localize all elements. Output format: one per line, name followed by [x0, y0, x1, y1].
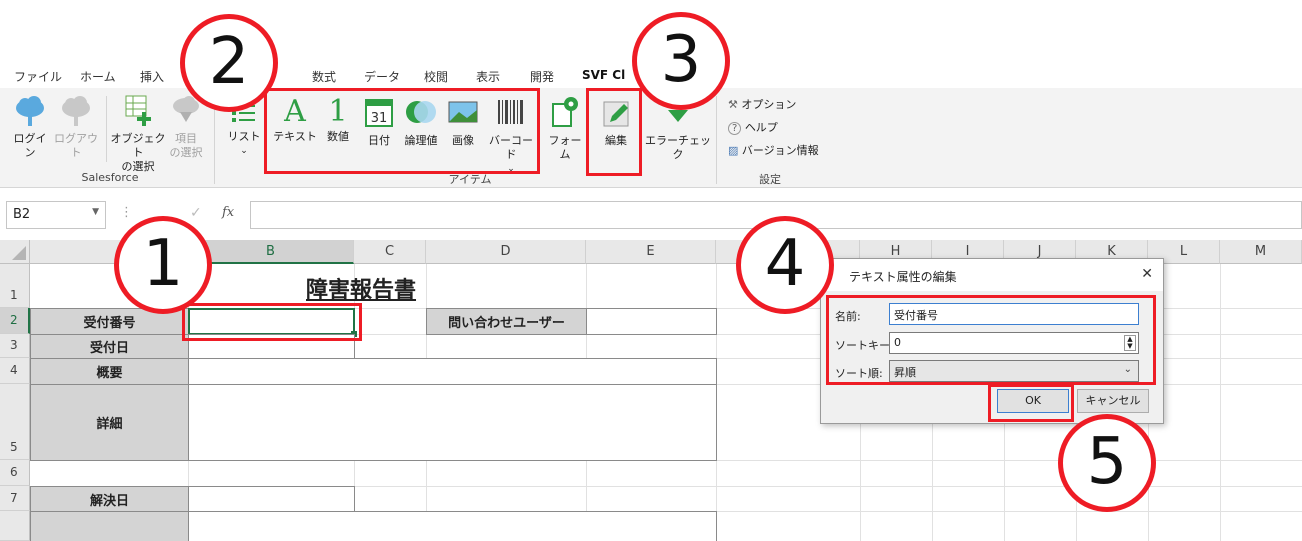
- label-inquiry-user: 問い合わせユーザー: [426, 308, 587, 335]
- column-header-b[interactable]: B: [188, 240, 354, 264]
- logout-label: ログアウト: [54, 132, 98, 159]
- cell-row-8[interactable]: [188, 511, 717, 541]
- login-label: ログイン: [13, 132, 47, 159]
- wrench-icon: ⚒: [728, 98, 738, 111]
- divider: [106, 96, 107, 162]
- cancel-button[interactable]: キャンセル: [1077, 389, 1149, 413]
- help-label: ヘルプ: [744, 121, 778, 134]
- help-button[interactable]: ? ヘルプ: [728, 121, 778, 136]
- highlight-items-group: [264, 88, 540, 174]
- item-select-button[interactable]: 項目 の選択: [166, 94, 206, 160]
- row-header-3[interactable]: 3: [0, 334, 30, 358]
- cell-resolved-date[interactable]: [188, 486, 355, 512]
- row-header-8[interactable]: [0, 511, 30, 541]
- gridline: [1220, 264, 1221, 541]
- chevron-down-icon: ▼: [92, 207, 99, 217]
- form-button[interactable]: フォーム: [544, 94, 586, 162]
- tab-file[interactable]: ファイル: [14, 68, 62, 85]
- label-row-8: [30, 511, 189, 541]
- login-button[interactable]: ログイン: [10, 94, 50, 160]
- dialog-title: テキスト属性の編集: [821, 259, 1163, 291]
- object-select-label: オブジェクト の選択: [110, 132, 166, 173]
- tab-formulas[interactable]: 数式: [312, 68, 336, 85]
- tab-insert[interactable]: 挿入: [140, 68, 164, 85]
- tab-data[interactable]: データ: [364, 68, 400, 85]
- name-box[interactable]: B2 ▼: [6, 201, 106, 229]
- cell-detail[interactable]: [188, 384, 717, 461]
- tab-view[interactable]: 表示: [476, 68, 500, 85]
- version-info-label: バージョン情報: [741, 144, 819, 157]
- more-options-icon: ⋮: [120, 205, 133, 220]
- object-select-button[interactable]: オブジェクト の選択: [108, 94, 168, 174]
- table-add-icon: [125, 95, 151, 126]
- row-header-6[interactable]: 6: [0, 460, 30, 486]
- form-label: フォーム: [548, 134, 582, 161]
- row-header-4[interactable]: 4: [0, 358, 30, 384]
- list-label: リスト: [227, 130, 261, 143]
- highlight-edit-button: [586, 88, 642, 176]
- column-header-m[interactable]: M: [1220, 240, 1302, 264]
- callout-4: 4: [736, 216, 834, 314]
- callout-3: 3: [632, 12, 730, 110]
- tab-svf-cloud[interactable]: SVF Cl: [582, 68, 625, 82]
- check-icon[interactable]: ✓: [190, 205, 202, 221]
- row-header-5[interactable]: 5: [0, 384, 30, 460]
- label-summary: 概要: [30, 358, 189, 385]
- group-separator: [716, 96, 717, 184]
- error-check-label: エラーチェック: [645, 134, 711, 161]
- options-label: オプション: [741, 98, 797, 111]
- help-icon: ?: [728, 122, 742, 135]
- tab-home[interactable]: ホーム: [80, 68, 116, 85]
- form-gear-icon: [552, 97, 578, 127]
- tab-review[interactable]: 校閲: [424, 68, 448, 85]
- row-header-2[interactable]: 2: [0, 308, 30, 334]
- cloud-login-icon: [16, 96, 44, 126]
- cloud-logout-icon: [62, 96, 90, 126]
- label-detail: 詳細: [30, 384, 189, 461]
- options-button[interactable]: ⚒ オプション: [728, 98, 796, 112]
- highlight-dialog-fields: [826, 295, 1156, 385]
- cell-inquiry-user[interactable]: [586, 308, 717, 335]
- sheet-title: 障害報告書: [306, 278, 417, 303]
- close-icon[interactable]: ✕: [1141, 266, 1153, 282]
- info-window-icon: ▨: [728, 144, 739, 157]
- corner-triangle-icon: [12, 246, 26, 260]
- highlight-b2-cell: [182, 303, 362, 341]
- ribbon-body: ログイン ログアウト オブジェクト の選択 項目 の選択 Salesforce: [0, 88, 1302, 188]
- row-header-1[interactable]: 1: [0, 264, 30, 308]
- logout-button[interactable]: ログアウト: [52, 94, 100, 160]
- name-box-value: B2: [13, 207, 31, 222]
- callout-5: 5: [1058, 414, 1156, 512]
- row-header-7[interactable]: 7: [0, 486, 30, 511]
- label-receipt-date: 受付日: [30, 334, 189, 359]
- chevron-down-icon: ⌄: [240, 146, 248, 156]
- callout-2: 2: [180, 14, 278, 112]
- function-icon[interactable]: fx: [222, 205, 234, 220]
- select-all-corner[interactable]: [0, 240, 30, 264]
- group-label-salesforce: Salesforce: [81, 171, 139, 184]
- item-select-label: 項目 の選択: [169, 132, 203, 159]
- label-resolved-date: 解決日: [30, 486, 189, 512]
- cell-summary[interactable]: [188, 358, 717, 385]
- column-header-d[interactable]: D: [426, 240, 586, 264]
- tab-developer[interactable]: 開発: [530, 68, 554, 85]
- callout-1: 1: [114, 216, 212, 314]
- highlight-ok-button: [988, 384, 1074, 422]
- version-info-button[interactable]: ▨ バージョン情報: [728, 144, 819, 158]
- column-header-e[interactable]: E: [586, 240, 716, 264]
- group-label-settings: 設定: [759, 173, 781, 186]
- column-header-c[interactable]: C: [354, 240, 426, 264]
